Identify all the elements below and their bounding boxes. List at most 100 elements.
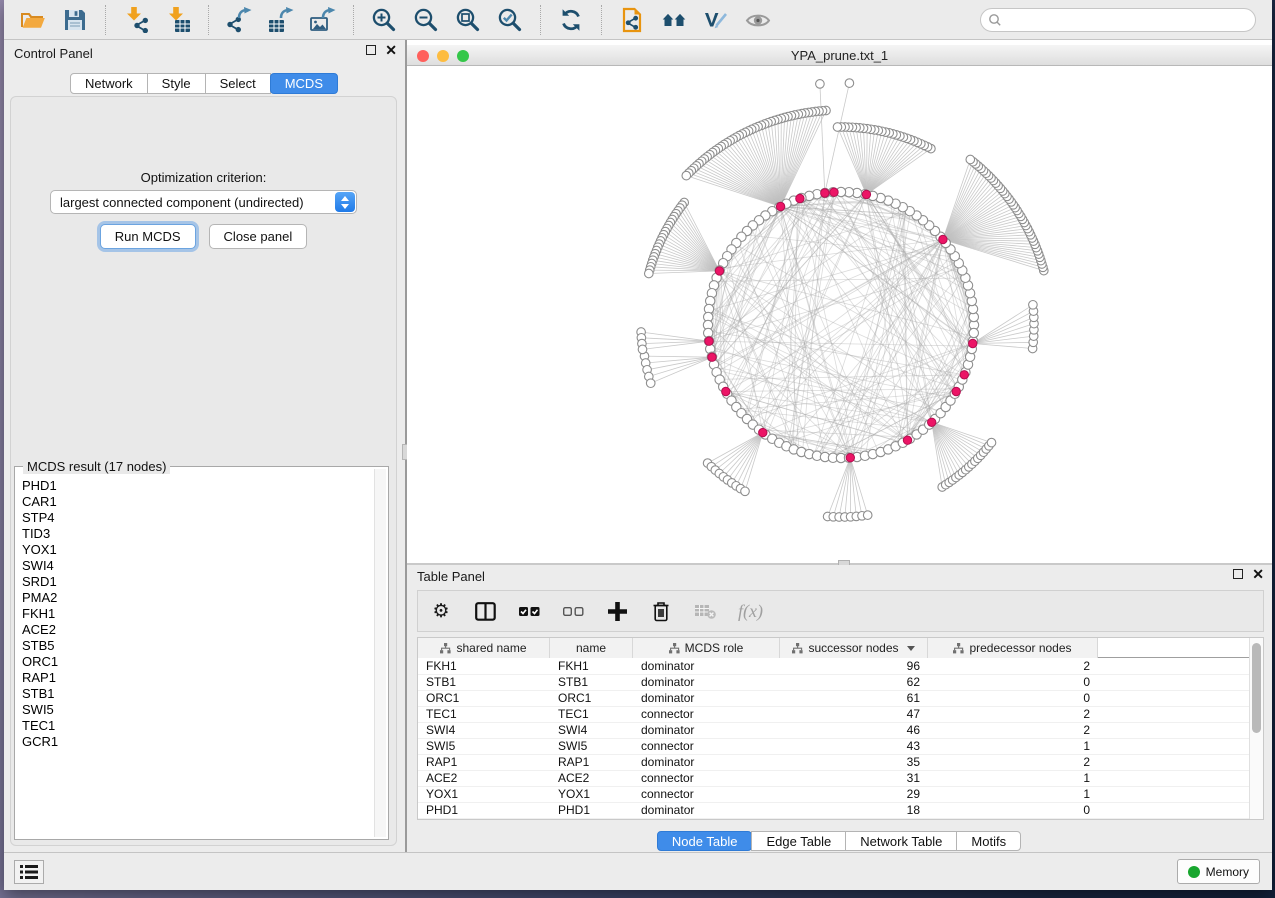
table-row[interactable]: PHD1PHD1dominator180 (418, 803, 1249, 819)
table-cell[interactable]: 2 (928, 755, 1098, 770)
table-cell[interactable]: 47 (780, 707, 928, 722)
table-cell[interactable]: 1 (928, 771, 1098, 786)
column-header-successor-nodes[interactable]: successor nodes (780, 638, 928, 658)
mcds-result-item[interactable]: FKH1 (17, 606, 373, 622)
table-cell[interactable]: 1 (928, 787, 1098, 802)
memory-button[interactable]: Memory (1177, 859, 1260, 884)
mcds-result-item[interactable]: ACE2 (17, 622, 373, 638)
show-column-button[interactable] (474, 598, 496, 624)
table-row[interactable]: SWI5SWI5connector431 (418, 739, 1249, 755)
tab-select[interactable]: Select (205, 73, 271, 94)
table-cell[interactable]: dominator (633, 659, 780, 674)
export-image-button[interactable] (306, 4, 340, 36)
zoom-fit-button[interactable] (451, 4, 485, 36)
table-cell[interactable]: connector (633, 739, 780, 754)
table-scrollbar[interactable] (1249, 638, 1263, 819)
table-cell[interactable]: STB1 (418, 675, 550, 690)
export-network-button[interactable] (222, 4, 256, 36)
table-cell[interactable]: SWI4 (418, 723, 550, 738)
table-cell[interactable]: ACE2 (418, 771, 550, 786)
table-scrollbar-thumb[interactable] (1252, 643, 1261, 733)
table-row[interactable]: RAP1RAP1dominator352 (418, 755, 1249, 771)
tab-edge-table[interactable]: Edge Table (751, 831, 846, 851)
table-cell[interactable]: dominator (633, 675, 780, 690)
table-cell[interactable]: ACE2 (550, 771, 633, 786)
open-session-button[interactable] (16, 4, 50, 36)
mcds-result-item[interactable]: CAR1 (17, 494, 373, 510)
zoom-selected-button[interactable] (493, 4, 527, 36)
table-cell[interactable]: YOX1 (418, 787, 550, 802)
mcds-result-item[interactable]: YOX1 (17, 542, 373, 558)
add-column-button[interactable] (606, 598, 628, 624)
table-cell[interactable]: 1 (928, 739, 1098, 754)
mcds-result-item[interactable]: PMA2 (17, 590, 373, 606)
mcds-result-item[interactable]: TEC1 (17, 718, 373, 734)
table-cell[interactable]: SWI5 (550, 739, 633, 754)
mcds-result-item[interactable]: STP4 (17, 510, 373, 526)
tab-network-table[interactable]: Network Table (845, 831, 957, 851)
mcds-result-item[interactable]: RAP1 (17, 670, 373, 686)
table-cell[interactable]: TEC1 (418, 707, 550, 722)
column-header-shared-name[interactable]: shared name (418, 638, 550, 658)
mcds-result-item[interactable]: ORC1 (17, 654, 373, 670)
tab-motifs[interactable]: Motifs (956, 831, 1021, 851)
mcds-result-item[interactable]: GCR1 (17, 734, 373, 750)
table-cell[interactable]: RAP1 (418, 755, 550, 770)
run-mcds-button[interactable]: Run MCDS (100, 224, 196, 249)
table-cell[interactable]: SWI4 (550, 723, 633, 738)
delete-column-button[interactable] (650, 598, 672, 624)
table-cell[interactable]: connector (633, 787, 780, 802)
table-cell[interactable]: 31 (780, 771, 928, 786)
table-cell[interactable]: 18 (780, 803, 928, 818)
float-table-panel-icon[interactable] (1233, 569, 1243, 579)
save-session-button[interactable] (58, 4, 92, 36)
table-cell[interactable]: 61 (780, 691, 928, 706)
close-table-panel-icon[interactable]: ✕ (1252, 569, 1264, 579)
column-header-predecessor-nodes[interactable]: predecessor nodes (928, 638, 1098, 658)
table-row[interactable]: FKH1FKH1dominator962 (418, 659, 1249, 675)
optimization-criterion-select[interactable]: largest connected component (undirected) (50, 190, 357, 214)
column-header-name[interactable]: name (550, 638, 633, 658)
mcds-result-item[interactable]: STB1 (17, 686, 373, 702)
table-cell[interactable]: connector (633, 707, 780, 722)
table-cell[interactable]: FKH1 (550, 659, 633, 674)
mcds-result-item[interactable]: PHD1 (17, 478, 373, 494)
table-cell[interactable]: 46 (780, 723, 928, 738)
table-cell[interactable]: YOX1 (550, 787, 633, 802)
table-cell[interactable]: dominator (633, 755, 780, 770)
import-table-button[interactable] (161, 4, 195, 36)
export-table-button[interactable] (264, 4, 298, 36)
tab-network[interactable]: Network (70, 73, 148, 94)
tab-mcds[interactable]: MCDS (270, 73, 338, 94)
table-cell[interactable]: STB1 (550, 675, 633, 690)
mcds-list-scrollbar[interactable] (374, 469, 386, 837)
table-cell[interactable]: TEC1 (550, 707, 633, 722)
task-history-button[interactable] (14, 860, 44, 884)
table-row[interactable]: SWI4SWI4dominator462 (418, 723, 1249, 739)
share-network-file-button[interactable] (615, 4, 649, 36)
toggle-visibility-button[interactable] (741, 4, 775, 36)
table-cell[interactable]: 0 (928, 803, 1098, 818)
home-button[interactable] (657, 4, 691, 36)
table-cell[interactable]: dominator (633, 691, 780, 706)
mcds-result-item[interactable]: SWI4 (17, 558, 373, 574)
deselect-all-button[interactable] (562, 598, 584, 624)
table-settings-button[interactable]: ⚙ (430, 598, 452, 624)
style-vizmapper-button[interactable] (699, 4, 733, 36)
table-cell[interactable]: 43 (780, 739, 928, 754)
table-cell[interactable]: PHD1 (418, 803, 550, 818)
refresh-layout-button[interactable] (554, 4, 588, 36)
zoom-in-button[interactable] (367, 4, 401, 36)
table-cell[interactable]: 0 (928, 675, 1098, 690)
table-cell[interactable]: 62 (780, 675, 928, 690)
table-row[interactable]: STB1STB1dominator620 (418, 675, 1249, 691)
select-all-button[interactable] (518, 598, 540, 624)
mcds-result-item[interactable]: SRD1 (17, 574, 373, 590)
table-cell[interactable]: FKH1 (418, 659, 550, 674)
table-cell[interactable]: ORC1 (550, 691, 633, 706)
table-row[interactable]: ACE2ACE2connector311 (418, 771, 1249, 787)
table-cell[interactable]: dominator (633, 803, 780, 818)
table-cell[interactable]: 2 (928, 659, 1098, 674)
mcds-result-item[interactable]: STB5 (17, 638, 373, 654)
table-cell[interactable]: 96 (780, 659, 928, 674)
